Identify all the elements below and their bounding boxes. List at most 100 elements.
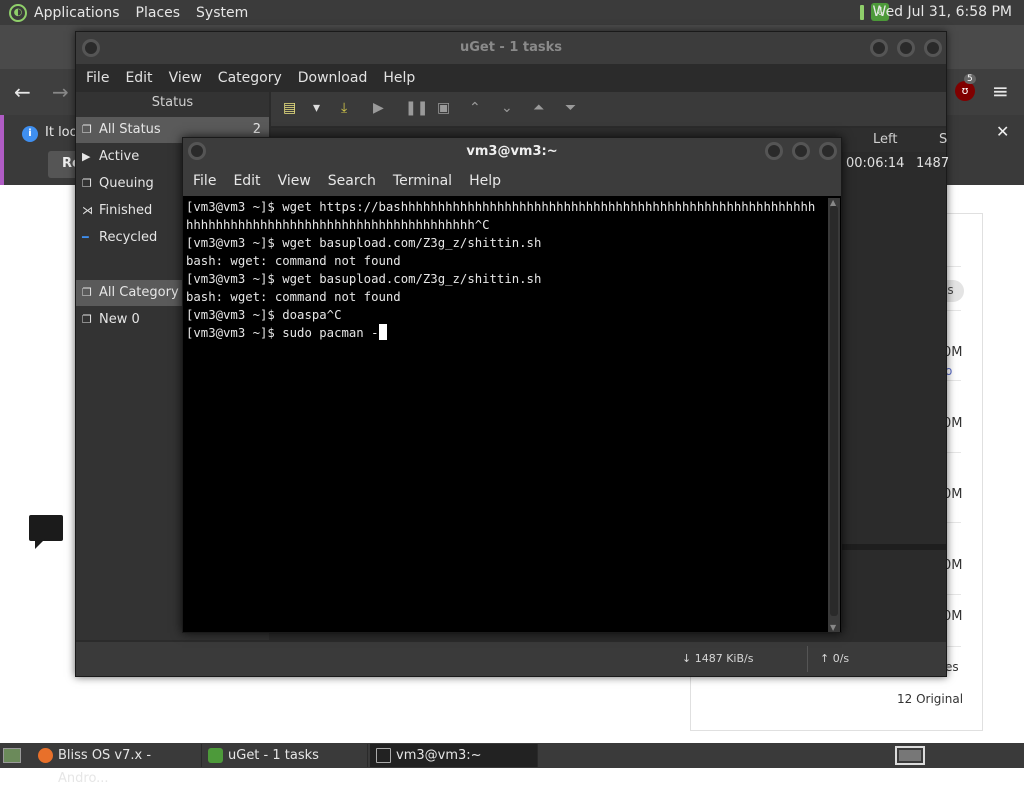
close-icon[interactable] [819, 142, 837, 160]
task-browser[interactable]: Bliss OS v7.x - Andro... [32, 744, 202, 786]
scrollbar-thumb[interactable] [830, 206, 838, 616]
minimize-icon[interactable] [870, 39, 888, 57]
vertical-scrollbar[interactable]: ▲ ▼ [828, 198, 840, 632]
menu-file[interactable]: File [193, 166, 216, 196]
move-down-icon[interactable]: ⌄ [501, 100, 513, 116]
sidebar-item-label: All Category [99, 285, 179, 300]
column-left[interactable]: Left [873, 132, 897, 147]
all-status-icon: ❐ [82, 123, 92, 136]
save-download-icon[interactable]: ⤓ [341, 100, 347, 116]
terminal-line: hhhhhhhhhhhhhhhhhhhhhhhhhhhhhhhhhhhhhhh^… [186, 218, 490, 232]
menu-edit[interactable]: Edit [125, 64, 152, 92]
uget-menubar: File Edit View Category Download Help [76, 64, 946, 92]
top-panel: ◐ Applications Places System ⇩ Wed Jul 3… [0, 0, 1024, 25]
places-menu[interactable]: Places [136, 5, 181, 21]
task-label: Bliss OS v7.x - Andro... [58, 748, 152, 786]
task-terminal[interactable]: vm3@vm3:~ [370, 744, 538, 767]
close-icon[interactable]: ✕ [996, 122, 1009, 141]
upload-speed: ↑ 0/s [820, 652, 850, 665]
sidebar-item-label: New 0 [99, 312, 140, 327]
sidebar-item-label: Queuing [99, 176, 154, 191]
terminal-line: [vm3@vm3 ~]$ wget https://bashhhhhhhhhhh… [186, 200, 816, 214]
original-count: 12 Original [897, 692, 964, 706]
menu-terminal[interactable]: Terminal [393, 166, 452, 196]
terminal-line: [vm3@vm3 ~]$ wget basupload.com/Z3g_z/sh… [186, 236, 542, 250]
uget-toolbar: ▤ ▾ ⤓ ▶ ❚❚ ▣ ⌃ ⌄ ⏶ ⏷ [271, 92, 946, 126]
show-desktop-icon[interactable] [3, 748, 21, 763]
move-up-icon[interactable]: ⌃ [469, 100, 481, 116]
terminal-icon [376, 748, 391, 763]
bottom-taskbar: Bliss OS v7.x - Andro... uGet - 1 tasks … [0, 743, 1024, 786]
terminal-line: bash: wget: command not found [186, 254, 401, 268]
minimize-icon[interactable] [765, 142, 783, 160]
status-header: Status [151, 95, 194, 110]
download-speed: ↓ 1487 KiB/s [682, 652, 754, 665]
info-icon: i [22, 126, 38, 142]
uget-title: uGet - 1 tasks [459, 40, 563, 55]
maximize-icon[interactable] [897, 39, 915, 57]
maximize-icon[interactable] [792, 142, 810, 160]
scroll-down-icon[interactable]: ▼ [830, 623, 836, 632]
menu-file[interactable]: File [86, 64, 109, 92]
firefox-icon [38, 748, 53, 763]
menu-view[interactable]: View [278, 166, 311, 196]
applications-menu[interactable]: Applications [34, 5, 120, 21]
new-download-icon[interactable]: ▤ [283, 100, 296, 116]
ublock-badge: 5 [964, 74, 976, 84]
hamburger-menu-icon[interactable]: ≡ [992, 79, 1009, 103]
divider [807, 646, 808, 672]
move-bottom-icon[interactable]: ⏷ [565, 100, 576, 116]
menu-help[interactable]: Help [383, 64, 415, 92]
workspace-switcher[interactable] [895, 746, 925, 765]
prompt-text: [vm3@vm3 ~]$ sudo pacman - [186, 326, 379, 340]
category-icon: ❐ [82, 286, 92, 299]
chat-bubble-icon[interactable] [29, 515, 63, 549]
menu-edit[interactable]: Edit [233, 166, 260, 196]
clock[interactable]: Wed Jul 31, 6:58 PM [873, 4, 1012, 20]
terminal-window: vm3@vm3:~ File Edit View Search Terminal… [182, 137, 842, 633]
terminal-line: [vm3@vm3 ~]$ doaspa^C [186, 308, 342, 322]
play-icon: ▶ [82, 150, 91, 163]
menu-help[interactable]: Help [469, 166, 501, 196]
terminal-line: [vm3@vm3 ~]$ wget basupload.com/Z3g_z/sh… [186, 272, 542, 286]
time-left: 00:06:14 [846, 156, 905, 171]
uget-titlebar[interactable]: uGet - 1 tasks [76, 32, 946, 64]
move-top-icon[interactable]: ⏶ [533, 100, 544, 116]
recycled-icon: ━ [82, 231, 89, 244]
terminal-prompt-line[interactable]: [vm3@vm3 ~]$ sudo pacman - [186, 324, 826, 342]
system-menu[interactable]: System [196, 5, 248, 21]
uget-statusbar: ↓ 1487 KiB/s ↑ 0/s [76, 642, 946, 676]
forward-arrow-icon[interactable]: → [52, 80, 69, 104]
task-label: vm3@vm3:~ [396, 748, 482, 763]
terminal-title: vm3@vm3:~ [466, 144, 558, 159]
properties-icon[interactable]: ▣ [437, 100, 450, 116]
mate-menu-icon[interactable]: ◐ [9, 3, 27, 22]
chevron-down-icon[interactable]: ▾ [313, 100, 320, 116]
task-label: uGet - 1 tasks [228, 748, 319, 763]
menu-search[interactable]: Search [328, 166, 376, 196]
sidebar-item-label: Finished [99, 203, 153, 218]
menu-category[interactable]: Category [218, 64, 282, 92]
queue-icon: ❐ [82, 177, 92, 190]
sidebar-item-label: All Status [99, 122, 161, 137]
category-icon: ❐ [82, 313, 92, 326]
tray-separator [860, 5, 864, 20]
finished-icon: ⋊ [82, 204, 93, 217]
text-fragment: es [945, 660, 959, 674]
terminal-output[interactable]: [vm3@vm3 ~]$ wget https://bashhhhhhhhhhh… [186, 198, 826, 630]
start-icon[interactable]: ▶ [373, 100, 384, 116]
terminal-titlebar[interactable]: vm3@vm3:~ [183, 138, 841, 166]
speed: 1487 [916, 156, 950, 171]
ublock-icon[interactable]: ʊ [955, 81, 975, 101]
close-icon[interactable] [924, 39, 942, 57]
sidebar-item-label: Active [99, 149, 140, 164]
terminal-menubar: File Edit View Search Terminal Help [183, 166, 841, 196]
menu-view[interactable]: View [169, 64, 202, 92]
column-speed[interactable]: S [939, 132, 947, 147]
task-uget[interactable]: uGet - 1 tasks [202, 744, 368, 767]
menu-download[interactable]: Download [298, 64, 368, 92]
back-arrow-icon[interactable]: ← [14, 80, 31, 104]
pause-icon[interactable]: ❚❚ [405, 100, 428, 116]
terminal-line: bash: wget: command not found [186, 290, 401, 304]
text-cursor [378, 324, 387, 340]
